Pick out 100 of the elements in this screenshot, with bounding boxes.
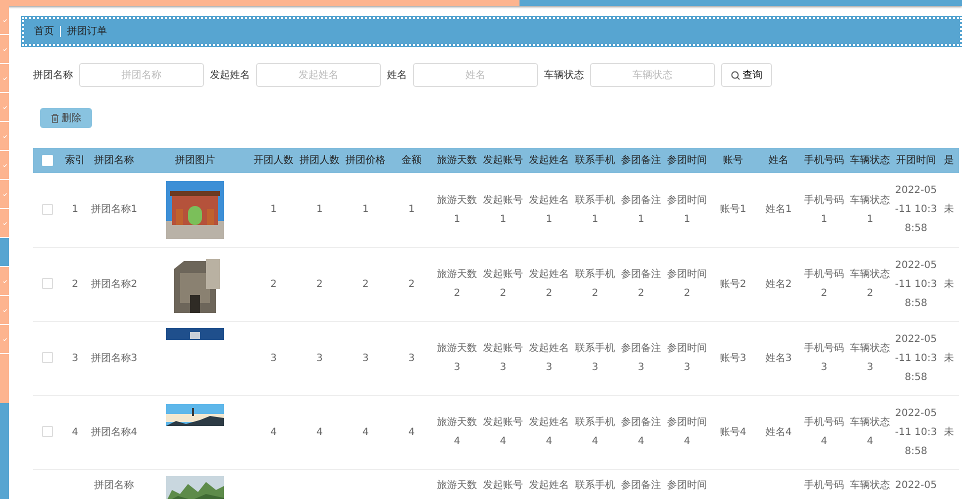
table-cell: 姓名3: [756, 321, 801, 395]
search-field[interactable]: 姓名: [413, 63, 538, 87]
table-cell: 发起姓名2: [526, 247, 572, 321]
table-cell: 拼团名称: [88, 469, 140, 499]
table-cell: 2022-05-11 10:38:58: [893, 395, 939, 469]
checkbox[interactable]: [42, 204, 53, 216]
checkbox[interactable]: [42, 278, 53, 290]
table-cell: 账号1: [710, 173, 756, 247]
table-cell: 联系手机4: [572, 395, 618, 469]
table-cell: 1: [389, 173, 434, 247]
table-cell: 1: [342, 173, 389, 247]
table-cell: 姓名4: [756, 395, 801, 469]
table-cell: 发起账号4: [480, 395, 526, 469]
check-icon: [2, 222, 6, 224]
table-cell: 参团时间4: [664, 395, 710, 469]
table-cell: 发起姓名1: [526, 173, 572, 247]
table-cell: 拼团名称2: [88, 247, 140, 321]
table-cell: 2: [250, 247, 297, 321]
table-cell: 手机号码: [801, 469, 847, 499]
table-cell: 旅游天数3: [434, 321, 480, 395]
table-cell: 4: [250, 395, 297, 469]
search-field[interactable]: 发起姓名: [256, 63, 381, 87]
table-cell: 旅游天数2: [434, 247, 480, 321]
sidebar-item[interactable]: [0, 238, 9, 267]
check-icon: [2, 164, 6, 166]
table-cell: 账号4: [710, 395, 756, 469]
table-cell: 账号3: [710, 321, 756, 395]
trash-icon: [50, 114, 58, 122]
column-header: 索引: [62, 148, 88, 173]
table-cell: 参团时间2: [664, 247, 710, 321]
table-cell: 未: [939, 321, 959, 395]
table-cell: 2022-05: [893, 469, 939, 499]
check-icon: [2, 280, 6, 282]
table-cell: 3: [62, 321, 88, 395]
breadcrumb-link[interactable]: 拼团订单: [67, 24, 107, 39]
table-cell: 2: [62, 247, 88, 321]
column-header: 发起姓名: [526, 148, 572, 173]
table-cell: 拼团名称3: [88, 321, 140, 395]
field-label: 拼团名称: [33, 68, 73, 82]
table-cell: 参团时间3: [664, 321, 710, 395]
table-cell: 3: [389, 321, 434, 395]
table-cell: 发起账号2: [480, 247, 526, 321]
column-header: 账号: [710, 148, 756, 173]
column-header: 拼团图片: [140, 148, 250, 173]
column-header: 是: [939, 148, 959, 173]
check-icon: [2, 192, 6, 196]
table-cell: 车辆状态: [847, 469, 893, 499]
check-icon: [2, 48, 6, 50]
table-cell: 姓名1: [756, 173, 801, 247]
column-header: 联系手机: [572, 148, 618, 173]
table-cell: 1: [297, 173, 342, 247]
field-label: 发起姓名: [210, 68, 250, 82]
column-header: 参团时间: [664, 148, 710, 173]
table-cell: 账号2: [710, 247, 756, 321]
table-cell: 参团备注4: [618, 395, 664, 469]
table-cell: 拼团名称1: [88, 173, 140, 247]
column-header: 拼团名称: [88, 148, 140, 173]
checkbox[interactable]: [42, 426, 53, 438]
table-cell: 2022-05-11 10:38:58: [893, 321, 939, 395]
table-cell: 车辆状态1: [847, 173, 893, 247]
column-header: 开团人数: [250, 148, 297, 173]
table-cell: 4: [389, 395, 434, 469]
table-cell: 旅游天数: [434, 469, 480, 499]
search-icon: [730, 70, 740, 80]
search-button[interactable]: 查询: [721, 63, 772, 87]
column-header: 姓名: [756, 148, 801, 173]
column-header: 发起账号: [480, 148, 526, 173]
table-cell: 旅游天数4: [434, 395, 480, 469]
table-cell: 2022-05-11 10:38:58: [893, 247, 939, 321]
column-header: 拼团人数: [297, 148, 342, 173]
checkbox[interactable]: [42, 352, 53, 364]
table-cell: 4: [297, 395, 342, 469]
check-icon: [2, 338, 6, 340]
column-header: 手机号码: [801, 148, 847, 173]
table-cell: 车辆状态3: [847, 321, 893, 395]
check-icon: [2, 106, 6, 108]
table-cell: 联系手机1: [572, 173, 618, 247]
table-cell: 发起账号: [480, 469, 526, 499]
table-cell: 手机号码2: [801, 247, 847, 321]
breadcrumb-link[interactable]: 首页: [34, 24, 54, 39]
table-cell: 参团时间: [664, 469, 710, 499]
table-cell: 车辆状态2: [847, 247, 893, 321]
delete-button[interactable]: 删除: [40, 108, 92, 128]
search-field[interactable]: 车辆状态: [590, 63, 715, 87]
column-header: 车辆状态: [847, 148, 893, 173]
table-cell: 旅游天数1: [434, 173, 480, 247]
table-cell: 2022-05-11 10:38:58: [893, 173, 939, 247]
table-cell: 参团备注3: [618, 321, 664, 395]
search-field[interactable]: 拼团名称: [79, 63, 204, 87]
table-cell: 未: [939, 247, 959, 321]
table-cell: 1: [250, 173, 297, 247]
table-cell: 1: [62, 173, 88, 247]
table-cell: 手机号码4: [801, 395, 847, 469]
table-cell: 发起姓名: [526, 469, 572, 499]
table-cell: 参团时间1: [664, 173, 710, 247]
check-icon: [2, 308, 6, 312]
column-header: 旅游天数: [434, 148, 480, 173]
table-cell: 联系手机3: [572, 321, 618, 395]
column-header: 开团时间: [893, 148, 939, 173]
table-cell: 手机号码1: [801, 173, 847, 247]
